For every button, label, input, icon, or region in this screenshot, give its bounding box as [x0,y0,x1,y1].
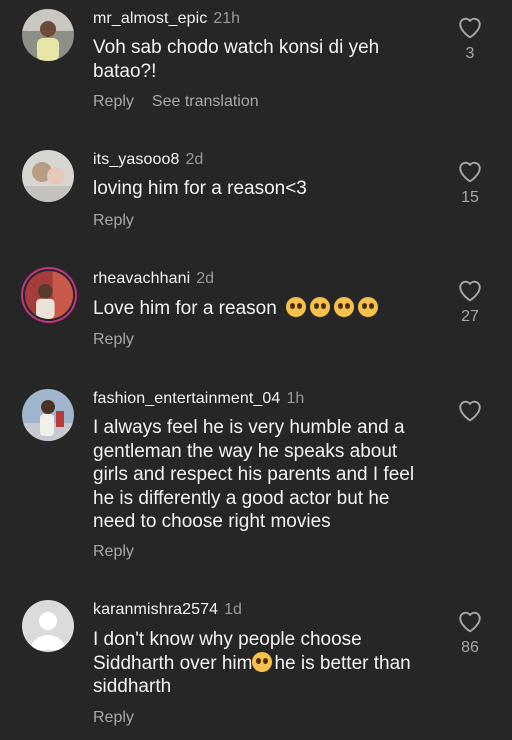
username[interactable]: its_yasooo8 [93,151,180,168]
reply-button[interactable]: Reply [93,331,134,348]
like-count: 15 [461,189,479,206]
pleading-face-emoji [310,297,331,317]
heart-outline-icon [459,611,481,633]
timestamp: 2d [196,270,215,287]
heart-outline-icon [459,161,481,183]
reply-button[interactable]: Reply [93,93,134,110]
comment-text: I always feel he is very humble and a ge… [93,417,415,532]
avatar[interactable] [22,150,74,202]
comment-actions: Reply [93,212,152,230]
pleading-face-emoji [358,297,379,317]
comment-actions: Reply See translation [93,93,277,111]
timestamp: 2d [185,151,204,168]
avatar[interactable] [22,600,74,652]
avatar[interactable] [22,9,74,61]
reply-button[interactable]: Reply [93,709,134,726]
like-button[interactable]: 15 [456,159,484,207]
like-button[interactable]: 86 [456,609,484,657]
username[interactable]: karanmishra2574 [93,601,218,618]
timestamp: 21h [213,10,241,27]
see-translation-button[interactable]: See translation [152,93,259,110]
comment-actions: Reply [93,331,152,349]
comment-text: loving him for a reason<3 [93,178,307,199]
comment-meta: rheavachhani 2d [93,269,214,289]
heart-outline-icon [459,400,481,422]
like-count: 3 [465,45,475,62]
timestamp: 1h [286,390,305,407]
comment-actions: Reply [93,709,152,727]
comment-actions: Reply [93,543,152,561]
comment-meta: mr_almost_epic 21h [93,9,240,29]
username[interactable]: fashion_entertainment_04 [93,390,280,407]
comment-meta: fashion_entertainment_04 1h [93,389,304,409]
pleading-face-emoji [334,297,355,317]
comment-meta: its_yasooo8 2d [93,150,203,170]
like-count: 27 [461,308,479,325]
comment-text: I don't know why people choose Siddharth… [93,628,433,699]
avatar[interactable] [25,271,73,319]
username[interactable]: rheavachhani [93,270,190,287]
heart-outline-icon [459,17,481,39]
like-count: 86 [461,639,479,656]
pleading-face-emoji [286,297,307,317]
like-button[interactable] [456,398,484,422]
avatar[interactable] [22,389,74,441]
timestamp: 1d [224,601,242,618]
comment-text: Love him for a reason [93,297,433,321]
comment-text: Voh sab chodo watch konsi di yeh batao?! [93,37,380,82]
crying-face-emoji [252,651,273,672]
comment-text-body: Love him for a reason [93,298,277,319]
username[interactable]: mr_almost_epic [93,10,207,27]
reply-button[interactable]: Reply [93,543,134,560]
heart-outline-icon [459,280,481,302]
reply-button[interactable]: Reply [93,212,134,229]
like-button[interactable]: 27 [456,278,484,326]
comment-meta: karanmishra2574 1d [93,600,242,620]
default-avatar-icon [22,600,74,652]
like-button[interactable]: 3 [456,15,484,63]
